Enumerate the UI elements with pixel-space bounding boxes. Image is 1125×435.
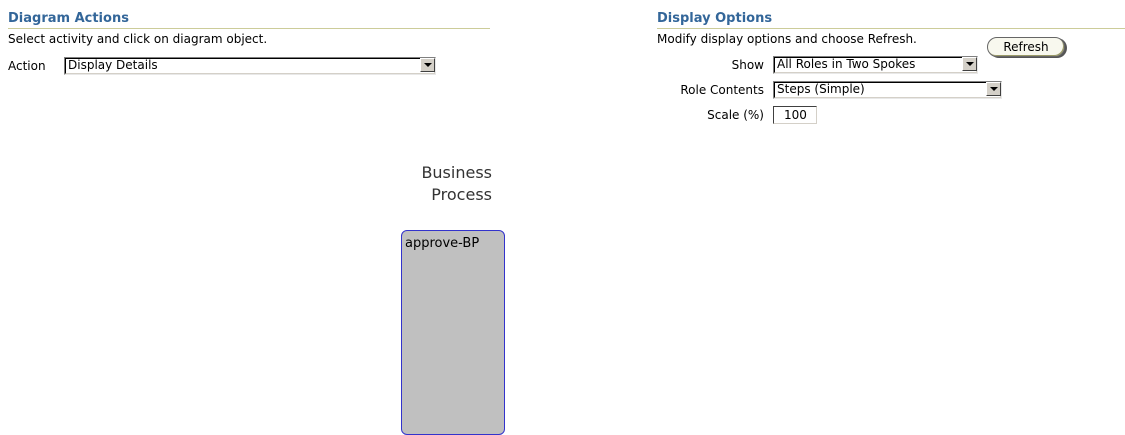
diagram-title: Business Process [380, 162, 492, 206]
diagram-actions-instruction: Select activity and click on diagram obj… [8, 32, 268, 46]
show-select-value: All Roles in Two Spokes [777, 57, 916, 71]
display-options-title: Display Options [657, 11, 773, 26]
role-contents-label: Role Contents [680, 83, 764, 97]
scale-label: Scale (%) [707, 108, 764, 122]
dropdown-arrow-icon[interactable] [986, 82, 1001, 96]
diagram-actions-title: Diagram Actions [8, 11, 129, 26]
display-options-divider [657, 28, 1125, 29]
dropdown-arrow-icon[interactable] [420, 58, 435, 72]
role-contents-select[interactable]: Steps (Simple) [773, 81, 1002, 99]
diagram-actions-section: Diagram Actions Select activity and clic… [8, 11, 490, 76]
refresh-button[interactable]: Refresh [987, 37, 1065, 57]
role-contents-select-value: Steps (Simple) [777, 82, 865, 96]
action-select-value: Display Details [68, 58, 158, 72]
process-node-approve-bp[interactable]: approve-BP [401, 230, 505, 435]
show-label: Show [731, 58, 764, 72]
scale-input-value: 100 [784, 108, 807, 122]
diagram-title-line1: Business [421, 163, 492, 182]
dropdown-arrow-icon[interactable] [962, 57, 977, 71]
process-node-label: approve-BP [405, 236, 480, 251]
diagram-actions-divider [8, 28, 490, 29]
show-select[interactable]: All Roles in Two Spokes [773, 56, 978, 74]
diagram-title-line2: Process [431, 185, 492, 204]
display-options-section: Display Options Modify display options a… [645, 11, 1125, 141]
action-select[interactable]: Display Details [64, 57, 436, 75]
action-label: Action [8, 59, 46, 73]
scale-input[interactable]: 100 [773, 106, 817, 124]
